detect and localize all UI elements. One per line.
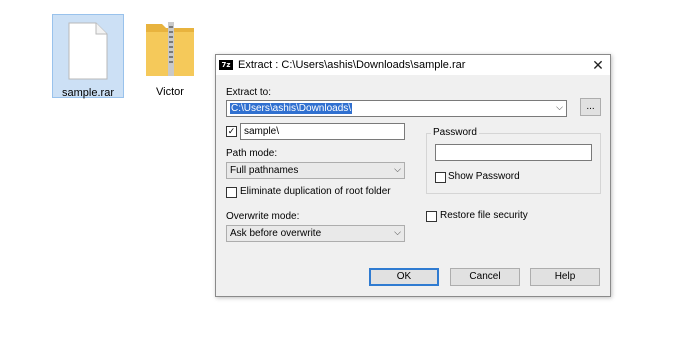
dialog-title: Extract : C:\Users\ashis\Downloads\sampl… xyxy=(238,59,466,71)
chevron-down-icon: ⌵ xyxy=(556,102,563,112)
show-password-label[interactable]: Show Password xyxy=(448,171,520,182)
overwrite-mode-value: Ask before overwrite xyxy=(230,228,322,239)
file-icon xyxy=(68,22,108,80)
password-input[interactable] xyxy=(435,144,592,161)
cancel-button[interactable]: Cancel xyxy=(450,268,520,286)
app-7z-icon: 7z xyxy=(219,60,233,70)
overwrite-mode-label: Overwrite mode: xyxy=(226,211,300,222)
subfolder-checkbox[interactable]: ✓ xyxy=(226,126,237,137)
path-mode-value: Full pathnames xyxy=(230,165,299,176)
close-icon[interactable]: ✕ xyxy=(590,57,606,73)
extract-to-label: Extract to: xyxy=(226,87,272,98)
desktop-icon-label: Victor xyxy=(156,86,184,98)
chevron-down-icon: ⌵ xyxy=(394,164,401,174)
title-bar[interactable]: 7z Extract : C:\Users\ashis\Downloads\sa… xyxy=(216,55,610,75)
path-mode-label: Path mode: xyxy=(226,148,278,159)
ok-button[interactable]: OK xyxy=(369,268,439,286)
extract-dialog: 7z Extract : C:\Users\ashis\Downloads\sa… xyxy=(215,54,611,297)
path-mode-select[interactable]: Full pathnames ⌵ xyxy=(226,162,405,179)
desktop-icon-sample-rar[interactable]: sample.rar xyxy=(52,14,124,99)
zip-folder-icon xyxy=(146,22,194,76)
chevron-down-icon: ⌵ xyxy=(394,227,401,237)
eliminate-duplication-label[interactable]: Eliminate duplication of root folder xyxy=(240,186,391,197)
show-password-checkbox[interactable] xyxy=(435,172,446,183)
eliminate-duplication-checkbox[interactable] xyxy=(226,187,237,198)
extract-to-combo[interactable]: C:\Users\ashis\Downloads\ ⌵ xyxy=(226,100,567,117)
browse-button[interactable]: ... xyxy=(580,98,601,116)
subfolder-input[interactable]: sample\ xyxy=(240,123,405,140)
help-button[interactable]: Help xyxy=(530,268,600,286)
password-group-label: Password xyxy=(431,127,479,138)
restore-security-checkbox[interactable] xyxy=(426,211,437,222)
desktop-icon-victor[interactable]: Victor xyxy=(134,14,206,98)
desktop-icon-label: sample.rar xyxy=(62,87,114,99)
subfolder-value: sample\ xyxy=(244,126,280,137)
overwrite-mode-select[interactable]: Ask before overwrite ⌵ xyxy=(226,225,405,242)
extract-to-value: C:\Users\ashis\Downloads\ xyxy=(230,103,353,114)
password-group xyxy=(426,133,601,194)
restore-security-label[interactable]: Restore file security xyxy=(440,210,528,221)
